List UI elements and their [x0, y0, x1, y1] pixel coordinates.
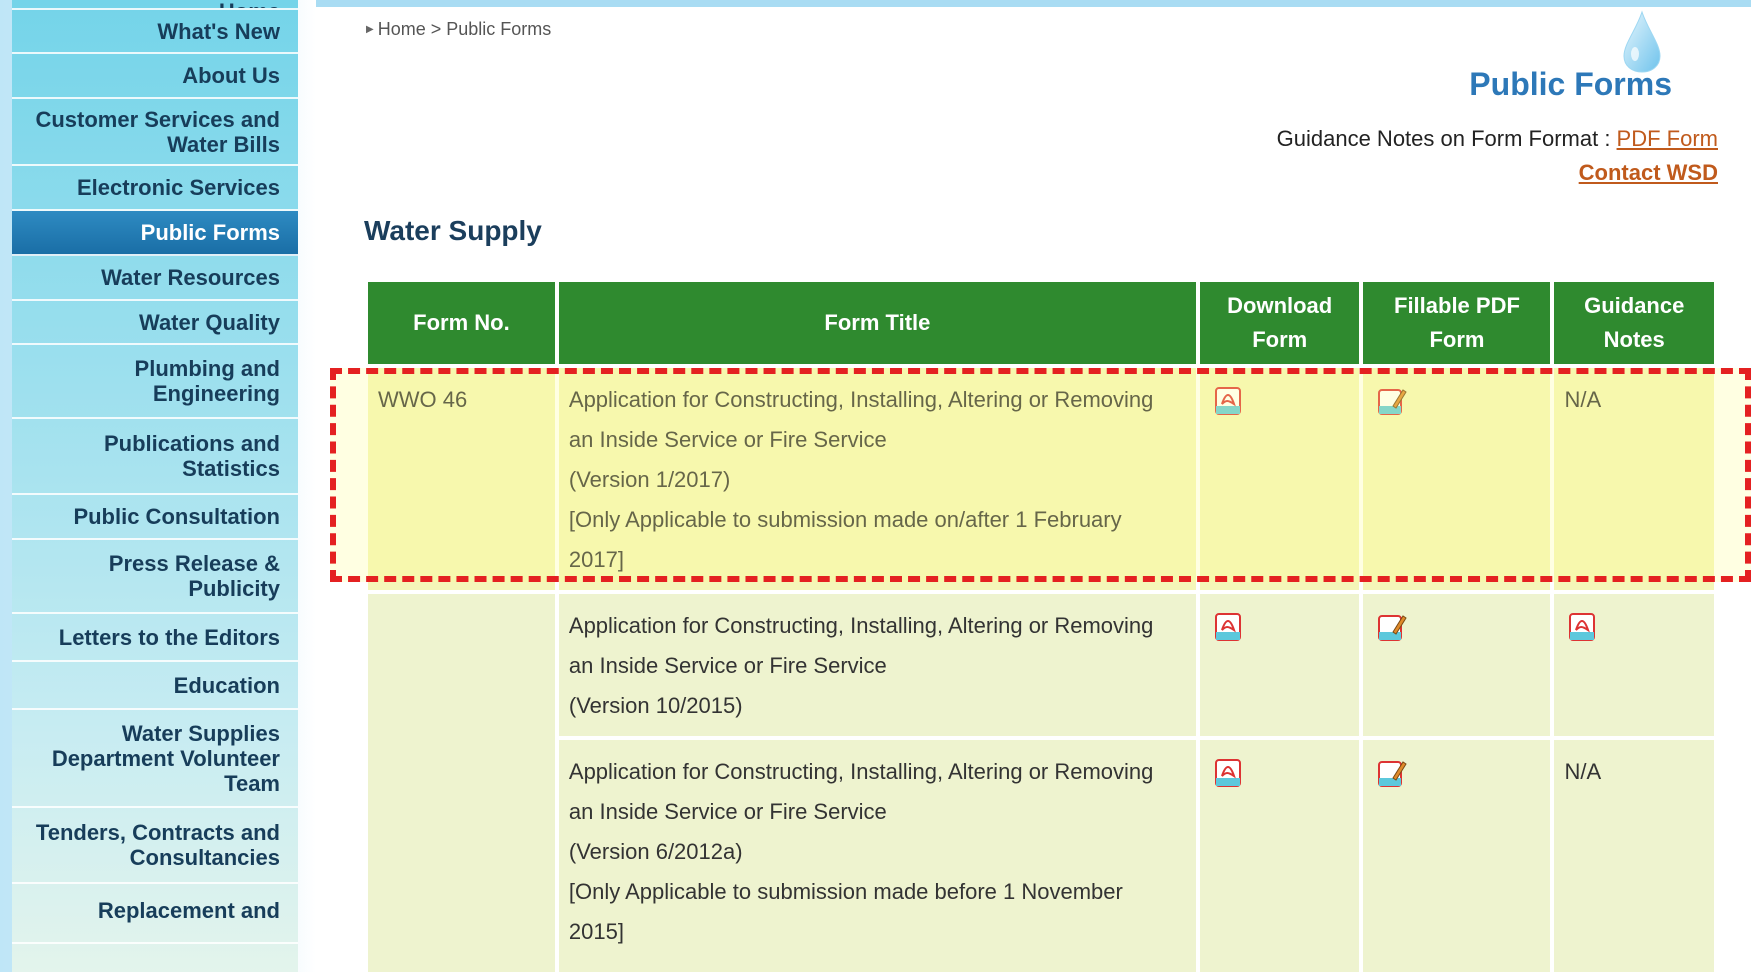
sidebar-item-label: Tenders, Contracts and Consultancies [35, 820, 280, 870]
forms-table: Form No. Form Title Download Form Fillab… [364, 278, 1718, 972]
breadcrumb: ▶ Home > Public Forms [366, 19, 551, 40]
breadcrumb-home-link[interactable]: Home [378, 19, 426, 40]
header-download-form: Download Form [1199, 282, 1360, 364]
breadcrumb-arrow-icon: ▶ [366, 24, 374, 35]
sidebar-item-customer-services[interactable]: Customer Services and Water Bills [12, 99, 298, 166]
form-title-line: an Inside Service or Fire Service [568, 799, 887, 824]
sidebar-item-letters[interactable]: Letters to the Editors [12, 614, 298, 662]
table-row: Application for Constructing, Installing… [368, 594, 1714, 972]
sidebar-item-volunteer-team[interactable]: Water Supplies Department Volunteer Team [12, 710, 298, 808]
header-download-line2: Form [1252, 327, 1308, 352]
sidebar-item-label: Water Quality [139, 309, 280, 335]
header-guidance-line1: Guidance [1584, 293, 1685, 318]
form-title-line: Application for Constructing, Installing… [568, 759, 1154, 784]
form-title-line: [Only Applicable to submission made on/a… [568, 507, 1122, 532]
main-content: ▶ Home > Public Forms Public Forms Guida… [316, 0, 1751, 972]
form-title-line: an Inside Service or Fire Service [568, 427, 887, 452]
sidebar-item-electronic-services[interactable]: Electronic Services [12, 166, 298, 211]
guidance-label: Guidance Notes on Form Format : [1276, 126, 1617, 151]
page-title: Public Forms [1469, 66, 1672, 102]
sidebar-item-water-quality[interactable]: Water Quality [12, 301, 298, 345]
fillable-pdf-icon[interactable] [1377, 758, 1408, 788]
sidebar-item-label: Customer Services and Water Bills [35, 106, 280, 157]
sidebar-item-label: Press Release & Publicity [108, 551, 280, 601]
form-no-cell: WWO 46 [368, 368, 555, 590]
header-fillable-pdf: Fillable PDF Form [1363, 282, 1551, 364]
sidebar-item-publications[interactable]: Publications and Statistics [12, 419, 298, 495]
header-download-line1: Download [1227, 293, 1333, 318]
form-title-cell: Application for Constructing, Installing… [558, 368, 1196, 590]
sidebar-item-label: Electronic Services [76, 175, 280, 200]
table-row: WWO 46 Application for Constructing, Ins… [368, 368, 1714, 590]
header-form-title: Form Title [558, 282, 1196, 364]
form-title-cell: Application for Constructing, Installing… [558, 740, 1196, 972]
guidance-notes-line: Guidance Notes on Form Format : PDF Form [1277, 126, 1718, 152]
sidebar-item-press-release[interactable]: Press Release & Publicity [12, 540, 298, 614]
guidance-notes-cell: N/A [1554, 740, 1714, 972]
fillable-pdf-cell [1363, 740, 1551, 972]
sidebar-item-water-resources[interactable]: Water Resources [12, 256, 298, 301]
sidebar-item-label: About Us [182, 63, 280, 88]
header-guidance-line2: Notes [1603, 327, 1665, 352]
sidebar-item-label: Plumbing and Engineering [134, 356, 280, 406]
form-title-line: (Version 6/2012a) [568, 839, 743, 864]
header-fillable-line2: Form [1429, 327, 1485, 352]
form-title-line: [Only Applicable to submission made befo… [568, 879, 1123, 904]
water-drop-icon [1623, 10, 1661, 73]
pdf-icon[interactable] [1214, 612, 1244, 642]
download-form-cell [1199, 740, 1360, 972]
form-title-line: 2017] [568, 547, 624, 572]
sidebar-item-replacement[interactable]: Replacement and [12, 884, 298, 944]
form-title-line: (Version 1/2017) [568, 467, 731, 492]
sidebar-item-label: Letters to the Editors [58, 624, 280, 650]
guidance-notes-cell: N/A [1554, 368, 1714, 590]
fillable-pdf-icon[interactable] [1377, 386, 1408, 416]
form-title-line: Application for Constructing, Installing… [568, 387, 1154, 412]
sidebar-item-label: Publications and Statistics [103, 431, 280, 481]
sidebar-item-public-consultation[interactable]: Public Consultation [12, 495, 298, 540]
form-title-line: 2015] [568, 919, 624, 944]
fillable-pdf-cell [1363, 594, 1551, 736]
table-row: Application for Constructing, Installing… [368, 740, 1714, 972]
contact-wsd-link[interactable]: Contact WSD [1579, 160, 1718, 186]
pdf-form-link[interactable]: PDF Form [1617, 126, 1718, 151]
pdf-icon[interactable] [1214, 758, 1244, 788]
sidebar-item-whats-new[interactable]: What's New [12, 10, 298, 54]
form-title-cell: Application for Constructing, Installing… [558, 594, 1196, 736]
sidebar-item-label: Water Resources [101, 265, 280, 290]
pdf-icon[interactable] [1214, 386, 1244, 416]
header-fillable-line1: Fillable PDF [1394, 293, 1520, 318]
fillable-pdf-cell [1363, 368, 1551, 590]
guidance-notes-cell [1554, 594, 1714, 736]
sidebar-item-label: What's New [157, 18, 280, 44]
sidebar-item-label: Replacement and [97, 898, 280, 923]
header-guidance-notes: Guidance Notes [1554, 282, 1714, 364]
breadcrumb-current: Public Forms [446, 19, 552, 39]
sidebar-item-label: Education [173, 672, 280, 698]
sidebar-item-label: Public Consultation [73, 504, 280, 529]
breadcrumb-separator: > [430, 19, 442, 39]
sidebar-item-public-forms[interactable]: Public Forms [12, 211, 298, 256]
fillable-pdf-icon[interactable] [1377, 612, 1408, 642]
download-form-cell [1199, 368, 1360, 590]
sidebar-item-plumbing[interactable]: Plumbing and Engineering [12, 345, 298, 419]
sidebar-item-label: Public Forms [140, 220, 280, 245]
header-form-no: Form No. [368, 282, 555, 364]
sidebar-item-label: Water Supplies Department Volunteer Team [51, 720, 280, 796]
pdf-icon[interactable] [1568, 612, 1598, 642]
form-title-line: an Inside Service or Fire Service [568, 653, 887, 678]
sidebar-nav: Home What's New About Us Customer Servic… [12, 0, 298, 972]
section-title: Water Supply [364, 215, 542, 246]
download-form-cell [1199, 594, 1360, 736]
sidebar-item-tenders[interactable]: Tenders, Contracts and Consultancies [12, 808, 298, 884]
form-no-cell-empty [368, 594, 555, 972]
table-header-row: Form No. Form Title Download Form Fillab… [368, 282, 1714, 364]
sidebar-item-about-us[interactable]: About Us [12, 54, 298, 99]
form-title-line: Application for Constructing, Installing… [568, 613, 1154, 638]
sidebar-item-label: Home [219, 0, 280, 8]
sidebar-item-education[interactable]: Education [12, 662, 298, 710]
form-title-line: (Version 10/2015) [568, 693, 743, 718]
sidebar-item-home[interactable]: Home [12, 0, 298, 10]
